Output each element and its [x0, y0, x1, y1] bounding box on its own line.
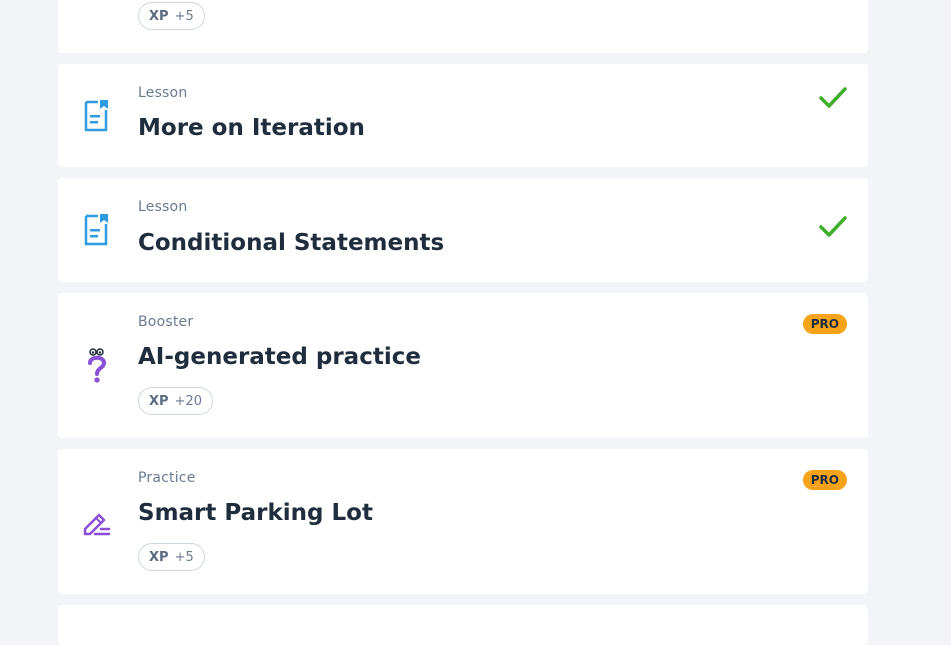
- list-item[interactable]: Booster AI-generated practice XP +20 PRO: [58, 293, 868, 438]
- list-item[interactable]: XP +5: [58, 0, 868, 53]
- item-title: Conditional Statements: [138, 230, 445, 256]
- list-item[interactable]: Lesson Conditional Statements: [58, 178, 868, 282]
- xp-value: +20: [174, 393, 202, 409]
- item-type: Lesson: [138, 199, 188, 215]
- xp-chip: XP +5: [138, 543, 205, 571]
- item-title: Smart Parking Lot: [138, 500, 373, 526]
- item-title: More on Iteration: [138, 115, 365, 141]
- xp-value: +5: [174, 549, 194, 565]
- xp-value: +5: [174, 8, 194, 24]
- item-type: Practice: [138, 470, 196, 486]
- list-item[interactable]: [58, 605, 868, 645]
- question-mark-icon: [81, 347, 113, 383]
- xp-chip: XP +20: [138, 387, 213, 415]
- list-item[interactable]: Lesson More on Iteration: [58, 64, 868, 167]
- xp-label: XP: [149, 8, 169, 24]
- check-icon: [818, 215, 848, 239]
- item-type: Booster: [138, 314, 194, 330]
- xp-label: XP: [149, 549, 169, 565]
- lesson-icon: [81, 100, 113, 132]
- item-type: Lesson: [138, 85, 188, 101]
- item-title: AI-generated practice: [138, 344, 421, 370]
- pro-badge: PRO: [802, 470, 847, 490]
- pro-badge: PRO: [802, 314, 847, 334]
- xp-chip: XP +5: [138, 2, 205, 30]
- xp-label: XP: [149, 393, 169, 409]
- pencil-icon: [81, 507, 113, 539]
- lesson-icon: [81, 214, 113, 246]
- list-item[interactable]: Practice Smart Parking Lot XP +5 PRO: [58, 449, 868, 594]
- check-icon: [818, 86, 848, 110]
